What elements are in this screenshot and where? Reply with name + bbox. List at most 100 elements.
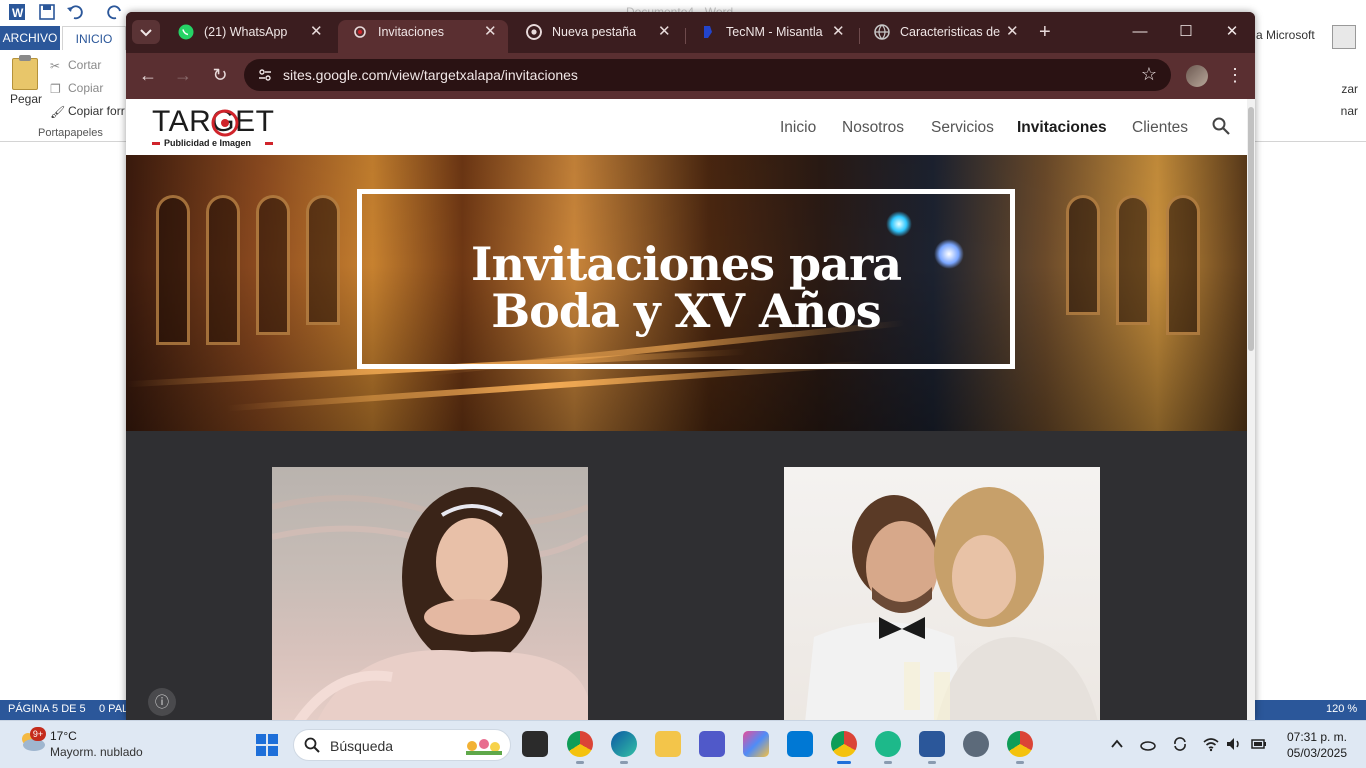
close-window-button[interactable]: ✕ [1209, 20, 1255, 44]
tab-label: Invitaciones [378, 25, 445, 39]
zoom-level[interactable]: 120 % [1326, 703, 1357, 715]
nav-clientes[interactable]: Clientes [1132, 119, 1188, 137]
close-tab-icon[interactable]: ✕ [1006, 20, 1019, 44]
arch-shape [256, 195, 290, 335]
profile-avatar[interactable] [1186, 65, 1208, 87]
format-painter-button[interactable]: 🖌 Copiar forr [50, 104, 125, 119]
windows-start-icon[interactable] [256, 734, 278, 756]
bookmark-star-icon[interactable]: ☆ [1141, 64, 1157, 85]
info-icon[interactable]: ⓘ [148, 688, 176, 716]
ribbon-right-item-1[interactable]: zar [1341, 82, 1358, 96]
store-icon[interactable] [787, 731, 813, 757]
new-tab-button[interactable]: + [1039, 20, 1051, 44]
nav-nosotros[interactable]: Nosotros [842, 119, 904, 137]
nav-servicios[interactable]: Servicios [931, 119, 994, 137]
file-explorer-icon[interactable] [655, 731, 681, 757]
taskbar-search[interactable]: Búsqueda [293, 729, 511, 761]
clipboard-group-label: Portapapeles [38, 127, 103, 139]
tab-inicio[interactable]: INICIO [62, 26, 126, 50]
site-info-icon[interactable] [258, 68, 272, 82]
save-icon[interactable] [38, 3, 56, 21]
site-logo[interactable]: TARGET Publicidad e Imagen [152, 105, 274, 149]
tab-search-button[interactable] [132, 20, 160, 44]
nav-invitaciones[interactable]: Invitaciones [1017, 119, 1107, 137]
hero-title-line-2: Boda y XV Años [491, 284, 881, 338]
tab-invitaciones[interactable]: Invitaciones ✕ [338, 20, 508, 53]
weather-temperature[interactable]: 17°C [50, 729, 77, 743]
volume-icon[interactable] [1225, 735, 1243, 753]
browser-menu-icon[interactable]: ⋮ [1226, 63, 1244, 87]
paste-icon[interactable] [12, 55, 38, 90]
settings-gear-icon[interactable] [963, 731, 989, 757]
clock-date[interactable]: 05/03/2025 [1280, 746, 1354, 760]
maximize-button[interactable]: ☐ [1163, 20, 1209, 44]
url-text[interactable]: sites.google.com/view/targetxalapa/invit… [283, 67, 578, 83]
close-tab-icon[interactable]: ✕ [484, 20, 497, 44]
teams-icon[interactable] [699, 731, 725, 757]
task-view-icon[interactable] [522, 731, 548, 757]
paste-button[interactable]: Pegar [10, 92, 42, 106]
arch-shape [1066, 195, 1100, 315]
quinceanera-photo[interactable] [272, 467, 588, 720]
globe-icon [874, 24, 890, 40]
scissors-icon: ✂ [50, 59, 61, 73]
atom-app-icon[interactable] [875, 731, 901, 764]
close-tab-icon[interactable]: ✕ [658, 20, 671, 44]
page-scrollbar[interactable] [1247, 99, 1255, 720]
word-taskbar-icon[interactable] [919, 731, 945, 764]
taskbar-search-placeholder: Búsqueda [330, 738, 394, 754]
search-icon[interactable] [1212, 117, 1230, 135]
arch-shape [1116, 195, 1150, 325]
chevron-down-icon [140, 29, 152, 37]
battery-icon[interactable] [1250, 735, 1268, 753]
site-header: TARGET Publicidad e Imagen Inicio Nosotr… [126, 99, 1247, 155]
wifi-icon[interactable] [1202, 735, 1220, 753]
tab-caracteristicas[interactable]: Caracteristicas de p ✕ [860, 20, 1030, 53]
chrome-profile-1-icon[interactable] [567, 731, 593, 764]
chevron-up-icon[interactable] [1108, 735, 1126, 753]
cut-button[interactable]: ✂ Cortar [50, 58, 101, 73]
back-button[interactable]: ← [137, 65, 159, 85]
tab-archivo[interactable]: ARCHIVO [0, 26, 60, 50]
logo-subtitle: Publicidad e Imagen [164, 138, 252, 148]
tab-label: Caracteristicas de p [900, 25, 1004, 39]
weather-description[interactable]: Mayorm. nublado [50, 745, 143, 759]
chrome-active-icon[interactable] [831, 731, 857, 764]
svg-text:W: W [12, 6, 24, 20]
copy-icon: ❐ [50, 82, 61, 96]
minimize-button[interactable]: — [1117, 20, 1163, 44]
chrome-profile-2-icon[interactable] [1007, 731, 1033, 764]
close-tab-icon[interactable]: ✕ [832, 20, 845, 44]
tab-tecnm[interactable]: TecNM - Misantla ✕ [686, 20, 856, 53]
redo-icon[interactable] [106, 3, 124, 21]
ribbon-right-item-2[interactable]: nar [1341, 104, 1358, 118]
reload-button[interactable]: ↻ [209, 65, 231, 85]
forward-button[interactable]: → [172, 65, 194, 85]
logo-accent-line [265, 142, 273, 145]
onedrive-cloud-icon[interactable] [1139, 735, 1157, 753]
tab-label: TecNM - Misantla [726, 25, 823, 39]
close-tab-icon[interactable]: ✕ [310, 20, 323, 44]
whatsapp-icon [178, 24, 194, 40]
copilot-icon[interactable] [743, 731, 769, 757]
copy-button[interactable]: ❐ Copiar [50, 81, 103, 96]
nav-inicio[interactable]: Inicio [780, 119, 816, 137]
google-sites-icon [354, 26, 366, 38]
sync-icon[interactable] [1171, 735, 1189, 753]
scrollbar-thumb[interactable] [1248, 107, 1254, 351]
status-words[interactable]: 0 PAL [99, 703, 128, 715]
account-avatar[interactable] [1332, 25, 1356, 49]
tab-nueva-pestana[interactable]: Nueva pestaña ✕ [512, 20, 682, 53]
clock-time[interactable]: 07:31 p. m. [1286, 730, 1348, 744]
wedding-couple-photo[interactable] [784, 467, 1100, 720]
undo-icon[interactable] [66, 3, 84, 21]
hero-title: Invitaciones para Boda y XV Años [362, 241, 1010, 335]
status-page[interactable]: PÁGINA 5 DE 5 [8, 703, 86, 715]
tab-whatsapp[interactable]: (21) WhatsApp ✕ [164, 20, 334, 53]
tecnm-icon [704, 26, 712, 38]
account-name[interactable]: a Microsoft [1256, 28, 1315, 42]
taskbar: 9+ 17°C Mayorm. nublado Búsqueda 07:31 p… [0, 720, 1366, 768]
edge-icon[interactable] [611, 731, 637, 764]
address-bar[interactable]: sites.google.com/view/targetxalapa/invit… [244, 59, 1171, 91]
chrome-icon [526, 24, 542, 40]
